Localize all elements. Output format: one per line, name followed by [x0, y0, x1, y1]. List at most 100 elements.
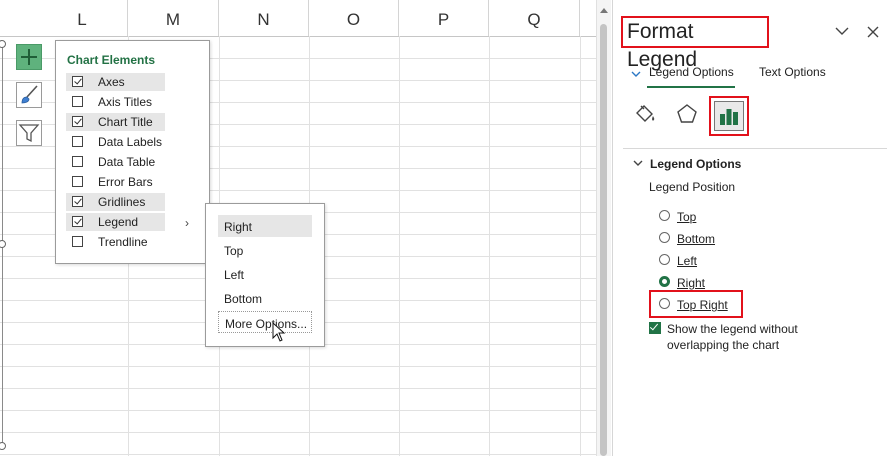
error-bars-checkbox[interactable]: [72, 176, 83, 187]
legend-menu-label: Left: [224, 268, 245, 282]
bar-chart-icon: [720, 109, 738, 125]
column-header-o[interactable]: O: [309, 0, 399, 36]
legend-menu-left[interactable]: Left: [218, 263, 312, 285]
chart-element-label: Axis Titles: [98, 95, 153, 109]
chart-filters-button[interactable]: [16, 120, 42, 146]
chart-element-axis-titles[interactable]: Axis Titles: [66, 93, 165, 111]
fill-line-button[interactable]: [631, 100, 659, 128]
overlap-checkbox[interactable]: [649, 322, 661, 334]
legend-options-button-inner: [714, 101, 744, 131]
tab-text-options[interactable]: Text Options: [759, 65, 826, 79]
pane-tab-row: Legend Options Text Options: [613, 58, 896, 88]
data-labels-checkbox[interactable]: [72, 136, 83, 147]
chart-element-label: Axes: [98, 75, 125, 89]
legend-menu-label: Top: [224, 244, 244, 258]
legend-submenu: Right Top Left Bottom More Options...: [205, 203, 325, 347]
resize-handle[interactable]: [0, 240, 6, 248]
column-header-m[interactable]: M: [128, 0, 219, 36]
legend-submenu-arrow-icon[interactable]: ›: [185, 216, 189, 230]
column-header-p[interactable]: P: [399, 0, 489, 36]
column-header-n[interactable]: N: [219, 0, 309, 36]
legend-menu-right[interactable]: Right: [218, 215, 312, 237]
radio-left[interactable]: Left: [659, 251, 799, 269]
chart-element-legend[interactable]: Legend: [66, 213, 165, 231]
chart-element-label: Data Labels: [98, 135, 163, 149]
section-title[interactable]: Legend Options: [650, 157, 741, 171]
gridline: [0, 366, 596, 367]
resize-handle[interactable]: [0, 442, 6, 450]
radio-bottom[interactable]: Bottom: [659, 229, 799, 247]
chart-element-chart-title[interactable]: Chart Title: [66, 113, 165, 131]
overlap-option[interactable]: Show the legend without overlapping the …: [649, 320, 849, 354]
radio-label: Top: [677, 210, 697, 224]
legend-options-button[interactable]: [709, 96, 749, 136]
gridline: [0, 432, 596, 433]
gridline: [580, 36, 581, 456]
chart-title-checkbox[interactable]: [72, 116, 83, 127]
section-divider: [623, 148, 887, 149]
chart-element-label: Data Table: [98, 155, 156, 169]
close-icon[interactable]: [867, 26, 879, 38]
chart-element-data-labels[interactable]: Data Labels: [66, 133, 165, 151]
column-header-row: L M N O P Q: [0, 0, 596, 37]
legend-checkbox[interactable]: [72, 216, 83, 227]
plus-icon: [21, 49, 37, 65]
legend-menu-label: More Options...: [225, 317, 308, 331]
gridline: [0, 454, 596, 455]
gridline: [0, 388, 596, 389]
pane-icon-row: [613, 94, 896, 140]
chart-elements-panel: Chart Elements Axes Axis Titles Chart Ti…: [55, 40, 210, 264]
radio-button[interactable]: [659, 232, 670, 243]
legend-menu-top[interactable]: Top: [218, 239, 312, 261]
overlap-label: Show the legend without overlapping the …: [667, 322, 798, 352]
scrollbar-thumb[interactable]: [600, 24, 607, 456]
radio-button-selected[interactable]: [659, 276, 670, 287]
radio-label: Left: [677, 254, 698, 268]
legend-position-label: Legend Position: [649, 180, 736, 194]
vertical-scrollbar[interactable]: [596, 0, 611, 456]
radio-right[interactable]: Right: [659, 273, 799, 291]
axis-titles-checkbox[interactable]: [72, 96, 83, 107]
chart-styles-button[interactable]: [16, 82, 42, 108]
trendline-checkbox[interactable]: [72, 236, 83, 247]
resize-handle[interactable]: [0, 40, 6, 48]
radio-top-right[interactable]: Top Right: [659, 295, 799, 313]
chart-element-trendline[interactable]: Trendline: [66, 233, 165, 251]
chart-element-gridlines[interactable]: Gridlines: [66, 193, 165, 211]
legend-menu-bottom[interactable]: Bottom: [218, 287, 312, 309]
chart-elements-button[interactable]: [16, 44, 42, 70]
gridline: [489, 36, 490, 456]
radio-button[interactable]: [659, 298, 670, 309]
chart-element-label: Trendline: [98, 235, 148, 249]
chevron-down-icon: [631, 71, 641, 77]
column-header-q[interactable]: Q: [489, 0, 580, 36]
axes-checkbox[interactable]: [72, 76, 83, 87]
radio-label: Top Right: [677, 298, 728, 312]
active-tab-indicator: [647, 86, 735, 88]
gridline: [0, 410, 596, 411]
chart-element-label: Error Bars: [98, 175, 153, 189]
chart-element-error-bars[interactable]: Error Bars: [66, 173, 165, 191]
legend-menu-more-options[interactable]: More Options...: [218, 311, 312, 333]
mouse-cursor-icon: [272, 322, 286, 342]
legend-menu-label: Bottom: [224, 292, 263, 306]
gridlines-checkbox[interactable]: [72, 196, 83, 207]
chevron-down-icon[interactable]: [633, 160, 643, 167]
scroll-up-arrow-icon[interactable]: [600, 8, 608, 13]
radio-button[interactable]: [659, 254, 670, 265]
data-table-checkbox[interactable]: [72, 156, 83, 167]
effects-button[interactable]: [673, 100, 701, 128]
chevron-down-icon[interactable]: [835, 26, 849, 36]
chart-element-axes[interactable]: Axes: [66, 73, 165, 91]
chart-element-data-table[interactable]: Data Table: [66, 153, 165, 171]
funnel-icon: [18, 124, 40, 143]
radio-label: Right: [677, 276, 706, 290]
chart-elements-title: Chart Elements: [67, 53, 156, 67]
radio-label: Bottom: [677, 232, 716, 246]
radio-button[interactable]: [659, 210, 670, 221]
column-header-l[interactable]: L: [37, 0, 128, 36]
tab-legend-options[interactable]: Legend Options: [649, 65, 734, 79]
spreadsheet-grid[interactable]: L M N O P Q Chart Elements Axes Axis Tit…: [0, 0, 596, 456]
pane-title: Format Legend: [621, 16, 769, 71]
radio-top[interactable]: Top: [659, 207, 799, 225]
